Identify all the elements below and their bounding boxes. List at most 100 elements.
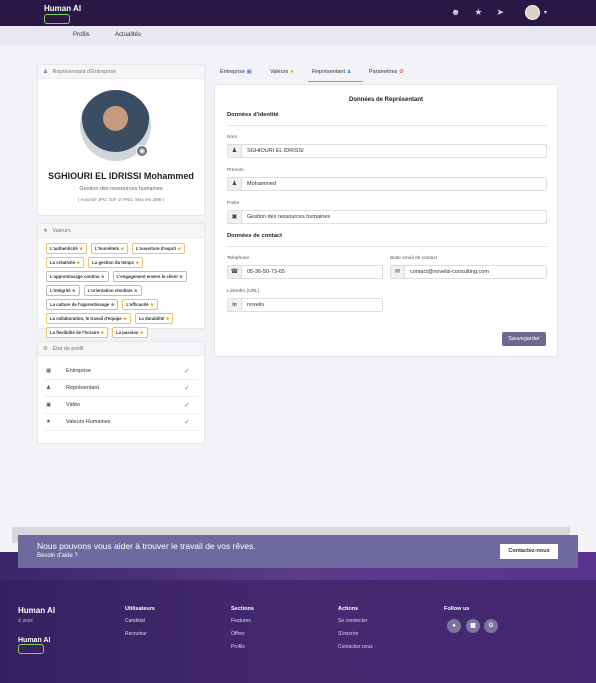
person-icon: ♟ — [346, 69, 352, 75]
check-icon: ✓ — [184, 402, 190, 409]
footer-link[interactable]: Features — [231, 618, 254, 624]
value-tag[interactable]: La gestion du temps ★ — [88, 257, 143, 268]
linkedin-icon: in — [228, 299, 242, 311]
state-label: Représentant — [66, 385, 100, 391]
footer-copyright: © 2023 — [18, 618, 33, 623]
value-tag[interactable]: L'orientation résultats ★ — [83, 285, 142, 296]
tab-entreprise[interactable]: Entreprise ▦ — [220, 69, 252, 75]
user-avatar[interactable] — [525, 5, 540, 20]
value-tag-label: La collaboration, le travail d'équipe — [50, 315, 122, 321]
google-icon[interactable]: G — [484, 619, 498, 633]
footer-col-title: Utilisateurs — [125, 606, 155, 612]
telephone-field[interactable]: ☎ 05-36-50-73-65 — [227, 265, 383, 279]
camera-icon[interactable]: ◉ — [136, 145, 148, 157]
nav-actualites[interactable]: Actualités — [115, 32, 141, 38]
footer-link[interactable]: S'inscrire — [338, 631, 373, 637]
video-icon: ▣ — [46, 402, 52, 408]
value-tag-label: La flexibilité de l'horaire — [50, 329, 100, 335]
value-tag[interactable]: L'intégrité ★ — [46, 285, 80, 296]
contact-button[interactable]: Contactez-nous — [500, 544, 558, 559]
star-icon: ★ — [164, 315, 170, 321]
value-tag-label: L'orientation résultats — [87, 287, 133, 293]
star-icon: ★ — [109, 301, 115, 307]
active-tab-indicator — [308, 81, 363, 82]
linkedin-value: novelis — [247, 302, 265, 308]
person-icon: ♟ — [228, 178, 242, 190]
form-title: Données de Représentant — [348, 97, 424, 103]
tab-label: Entreprise — [220, 69, 246, 75]
star-icon: ★ — [75, 259, 81, 265]
value-tag-label: La durabilité — [138, 315, 165, 321]
nom-field[interactable]: ♟ SGHIOURI EL IDRISSI — [227, 144, 547, 158]
person-icon: ♟ — [46, 385, 51, 391]
building-icon: ▦ — [46, 368, 52, 374]
help-banner: Nous pouvons vous aider à trouver le tra… — [18, 535, 578, 568]
representative-form: Données de Représentant Données d'identi… — [214, 84, 558, 357]
footer-link[interactable]: Offres — [231, 631, 254, 637]
star-icon: ★ — [176, 245, 182, 251]
value-tag[interactable]: La flexibilité de l'horaire ★ — [46, 327, 109, 338]
value-tag-label: La culture de l'apprentissage — [50, 301, 110, 307]
value-tag-label: L'authenticité — [50, 245, 78, 251]
value-tag[interactable]: La collaboration, le travail d'équipe ★ — [46, 313, 131, 324]
value-tag-label: La passion — [116, 329, 139, 335]
value-tag[interactable]: L'authenticité ★ — [46, 243, 87, 254]
briefcase-icon: ▣ — [228, 211, 242, 223]
value-tag-label: L'apprentissage continu — [50, 273, 100, 279]
footer-col-follow: Follow us — [444, 606, 469, 618]
divider — [227, 125, 547, 126]
value-tag[interactable]: La durabilité ★ — [134, 313, 174, 324]
settings-icon: ⚙ — [43, 346, 48, 352]
check-icon: ✓ — [184, 419, 190, 426]
value-tag[interactable]: L'honnêteté ★ — [90, 243, 129, 254]
footer-logo: Human AI — [18, 637, 50, 654]
footer-link[interactable]: Candidat — [125, 618, 155, 624]
footer-link[interactable]: Profils — [231, 644, 254, 650]
linkedin-label: LinkedIn (URL) — [227, 289, 260, 294]
prenom-field[interactable]: ♟ Mohammed — [227, 177, 547, 191]
add-user-icon[interactable]: ☻ — [451, 7, 460, 17]
value-tag-label: La créativité — [50, 259, 76, 265]
star-icon: ★ — [148, 301, 154, 307]
email-field[interactable]: ✉ contact@novelis-consulting.com — [390, 265, 547, 279]
value-tag[interactable]: L'apprentissage continu ★ — [46, 271, 109, 282]
profile-name: SGHIOURI EL IDRISSI Mohammed — [48, 171, 194, 181]
value-tag[interactable]: L'ouverture d'esprit ★ — [132, 243, 186, 254]
star-icon: ★ — [121, 315, 127, 321]
footer-logo-text: Human AI — [18, 637, 51, 644]
chevron-down-icon[interactable]: ▾ — [544, 9, 547, 16]
facebook-icon[interactable]: ● — [447, 619, 461, 633]
footer-link[interactable]: Contactez nous — [338, 644, 373, 650]
value-tag[interactable]: La créativité ★ — [46, 257, 85, 268]
card-title: Représentant d'Entreprise — [52, 69, 117, 75]
card-title: Etat de profil — [52, 346, 84, 352]
footer-link[interactable]: Se connecter — [338, 618, 373, 624]
send-icon[interactable]: ➤ — [496, 7, 504, 17]
footer-overlay — [0, 580, 596, 683]
star-icon[interactable]: ★ — [474, 7, 482, 17]
values-card: ★ Valeurs L'authenticité ★ L'honnêteté ★ L… — [37, 223, 205, 338]
state-row-valeurs: ★ Valeurs Humaines ✓ — [44, 414, 198, 431]
card-header: ★ Valeurs — [38, 224, 204, 238]
value-tag[interactable]: L'engagement envers le client ★ — [112, 271, 187, 282]
poste-value: Gestion des ressources humaines — [247, 214, 331, 220]
tab-representant[interactable]: Représentant ♟ — [308, 69, 356, 75]
logo[interactable]: Human AI — [44, 4, 81, 24]
state-row-entreprise: ▦ Entreprise ✓ — [44, 363, 198, 380]
gear-icon: ⚙ — [398, 69, 404, 75]
tab-parametres[interactable]: Paramètres ⚙ — [369, 69, 404, 75]
footer-brand: Human AI — [18, 606, 56, 615]
save-button[interactable]: Sauvegarder — [502, 332, 546, 346]
value-tag[interactable]: L'efficacité ★ — [122, 299, 158, 310]
footer-link[interactable]: Recruteur — [125, 631, 155, 637]
upload-note: ( Autorisé JPG, GIF or PNG. Max est 3MB … — [77, 197, 165, 202]
poste-field[interactable]: ▣ Gestion des ressources humaines — [227, 210, 547, 224]
footer-col-title: Actions — [338, 606, 359, 612]
value-tag[interactable]: La culture de l'apprentissage ★ — [46, 299, 119, 310]
linkedin-icon[interactable]: ▦ — [466, 619, 480, 633]
nom-label: Nom — [227, 135, 238, 140]
tab-valeurs[interactable]: Valeurs ★ — [270, 69, 295, 75]
linkedin-field[interactable]: in novelis — [227, 298, 383, 312]
value-tag[interactable]: La passion ★ — [112, 327, 148, 338]
nav-profils[interactable]: Profils — [73, 32, 90, 38]
